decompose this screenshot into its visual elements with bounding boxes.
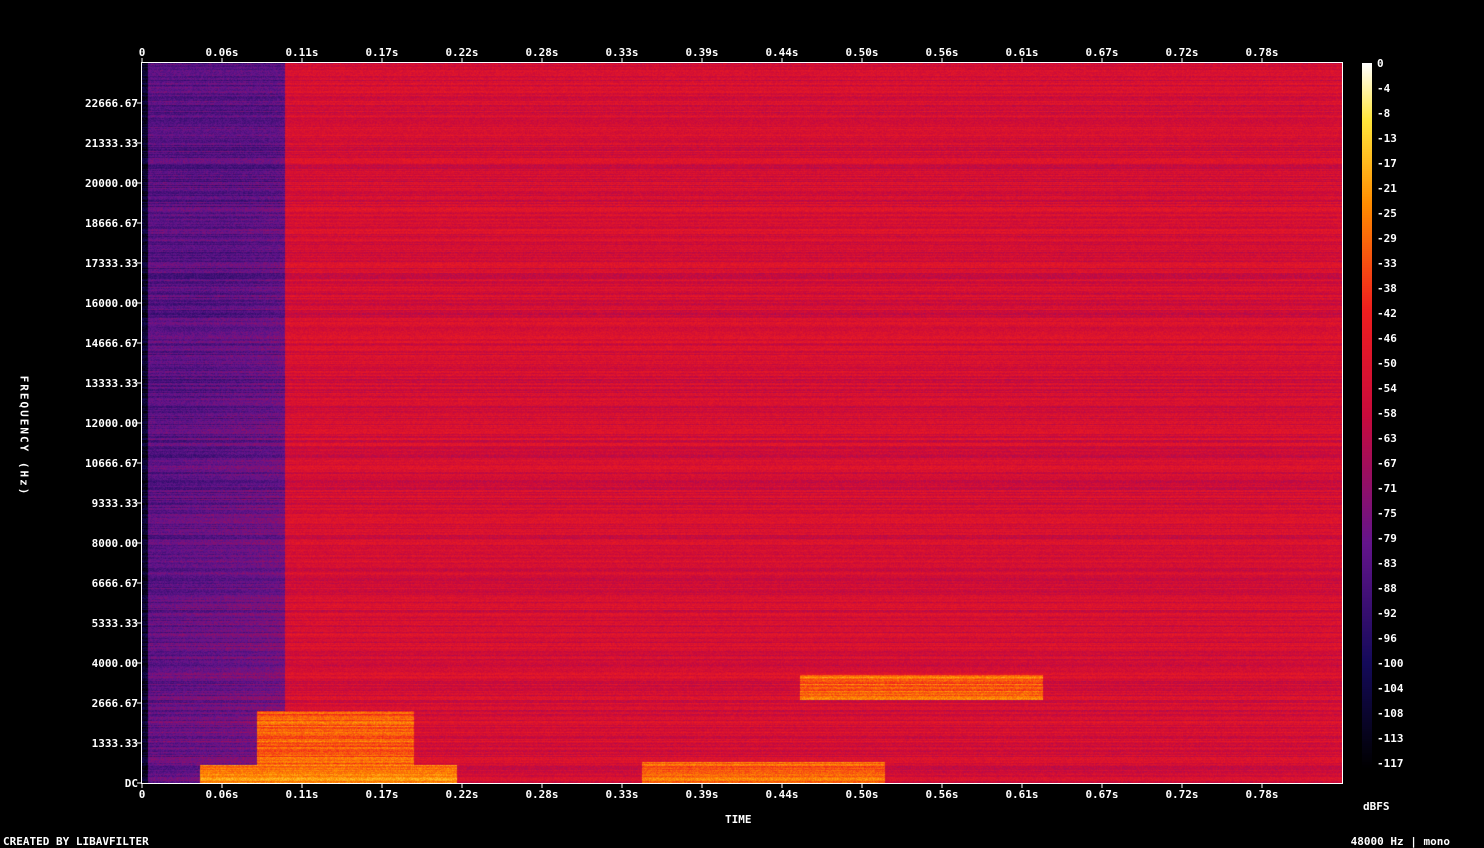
x-tick-label-top: 0.50s xyxy=(845,46,878,59)
y-tick-label: 14666.67 xyxy=(85,337,138,350)
colorbar-tick-label: -63 xyxy=(1377,432,1397,445)
x-tick-label-bottom: 0.39s xyxy=(685,788,718,801)
colorbar-tick-label: -75 xyxy=(1377,507,1397,520)
colorbar-tick-label: -25 xyxy=(1377,207,1397,220)
y-tick-label: 16000.00 xyxy=(85,297,138,310)
x-tick-label-bottom: 0.44s xyxy=(765,788,798,801)
y-tick-label: 8000.00 xyxy=(92,537,138,550)
y-tick-label: 21333.33 xyxy=(85,137,138,150)
x-tick-label-top: 0.06s xyxy=(205,46,238,59)
y-tick-label: 6666.67 xyxy=(92,577,138,590)
x-tick-label-top: 0.61s xyxy=(1005,46,1038,59)
colorbar-tick-label: -13 xyxy=(1377,132,1397,145)
x-tick-label-top: 0.44s xyxy=(765,46,798,59)
y-axis-title: FREQUENCY (Hz) xyxy=(17,375,31,497)
colorbar-tick-label: -8 xyxy=(1377,107,1390,120)
x-tick-label-top: 0.28s xyxy=(525,46,558,59)
colorbar-tick-label: -104 xyxy=(1377,682,1404,695)
colorbar-tick-label: -71 xyxy=(1377,482,1397,495)
axes-overlay: 0 0 0.06s 0.06s 0.11s 0.11s 0.17s 0.17s 0.22s 0.2… xyxy=(85,46,1404,801)
x-tick-label-top: 0.22s xyxy=(445,46,478,59)
y-tick-label: 18666.67 xyxy=(85,217,138,230)
x-tick-label-bottom: 0.11s xyxy=(285,788,318,801)
colorbar-tick-label: -33 xyxy=(1377,257,1397,270)
x-tick-label-bottom: 0.06s xyxy=(205,788,238,801)
x-tick-label-bottom: 0.72s xyxy=(1165,788,1198,801)
colorbar-tick-label: -42 xyxy=(1377,307,1397,320)
colorbar-tick-label: -17 xyxy=(1377,157,1397,170)
y-tick-label: 9333.33 xyxy=(92,497,138,510)
y-tick-label: 10666.67 xyxy=(85,457,138,470)
y-tick-label: 2666.67 xyxy=(92,697,138,710)
x-axis-title: TIME xyxy=(725,813,752,826)
x-tick-label-bottom: 0.50s xyxy=(845,788,878,801)
x-tick-label-top: 0.78s xyxy=(1245,46,1278,59)
colorbar-tick-label: -58 xyxy=(1377,407,1397,420)
y-tick-label: 17333.33 xyxy=(85,257,138,270)
colorbar-tick-label: -108 xyxy=(1377,707,1404,720)
x-tick-label-top: 0.67s xyxy=(1085,46,1118,59)
x-tick-label-top: 0.11s xyxy=(285,46,318,59)
colorbar-unit: dBFS xyxy=(1363,800,1390,813)
y-tick-label: DC xyxy=(125,777,138,790)
x-tick-label-bottom: 0.22s xyxy=(445,788,478,801)
x-tick-label-top: 0 xyxy=(139,46,146,59)
colorbar-tick-label: -54 xyxy=(1377,382,1397,395)
colorbar-tick-label: -83 xyxy=(1377,557,1397,570)
x-tick-label-top: 0.39s xyxy=(685,46,718,59)
x-tick-label-bottom: 0.28s xyxy=(525,788,558,801)
colorbar-tick-label: 0 xyxy=(1377,57,1384,70)
colorbar-tick-label: -92 xyxy=(1377,607,1397,620)
colorbar-tick-label: -117 xyxy=(1377,757,1404,770)
x-tick-label-top: 0.33s xyxy=(605,46,638,59)
colorbar-tick-label: -96 xyxy=(1377,632,1397,645)
x-tick-label-top: 0.72s xyxy=(1165,46,1198,59)
colorbar-tick-label: -21 xyxy=(1377,182,1397,195)
colorbar-tick-label: -50 xyxy=(1377,357,1397,370)
colorbar-tick-label: -4 xyxy=(1377,82,1391,95)
colorbar-tick-label: -100 xyxy=(1377,657,1404,670)
colorbar-tick-label: -113 xyxy=(1377,732,1404,745)
x-tick-label-bottom: 0.33s xyxy=(605,788,638,801)
colorbar-tick-label: -88 xyxy=(1377,582,1397,595)
colorbar-tick-label: -46 xyxy=(1377,332,1397,345)
y-tick-label: 20000.00 xyxy=(85,177,138,190)
x-tick-label-bottom: 0.67s xyxy=(1085,788,1118,801)
y-tick-label: 5333.33 xyxy=(92,617,138,630)
colorbar-tick-label: -38 xyxy=(1377,282,1397,295)
colorbar-tick-label: -29 xyxy=(1377,232,1397,245)
footer-credit: CREATED BY LIBAVFILTER xyxy=(3,835,149,848)
y-tick-label: 12000.00 xyxy=(85,417,138,430)
y-tick-label: 13333.33 xyxy=(85,377,138,390)
x-tick-label-bottom: 0.56s xyxy=(925,788,958,801)
x-tick-label-bottom: 0.61s xyxy=(1005,788,1038,801)
y-tick-label: 4000.00 xyxy=(92,657,138,670)
y-tick-label: 1333.33 xyxy=(92,737,138,750)
plot-frame xyxy=(141,62,1343,784)
x-tick-label-bottom: 0 xyxy=(139,788,146,801)
x-tick-label-top: 0.17s xyxy=(365,46,398,59)
x-tick-label-bottom: 0.78s xyxy=(1245,788,1278,801)
colorbar-tick-label: -67 xyxy=(1377,457,1397,470)
x-tick-label-top: 0.56s xyxy=(925,46,958,59)
x-tick-label-bottom: 0.17s xyxy=(365,788,398,801)
colorbar-tick-label: -79 xyxy=(1377,532,1397,545)
footer-format: 48000 Hz | mono xyxy=(1350,835,1450,848)
y-tick-label: 22666.67 xyxy=(85,97,138,110)
